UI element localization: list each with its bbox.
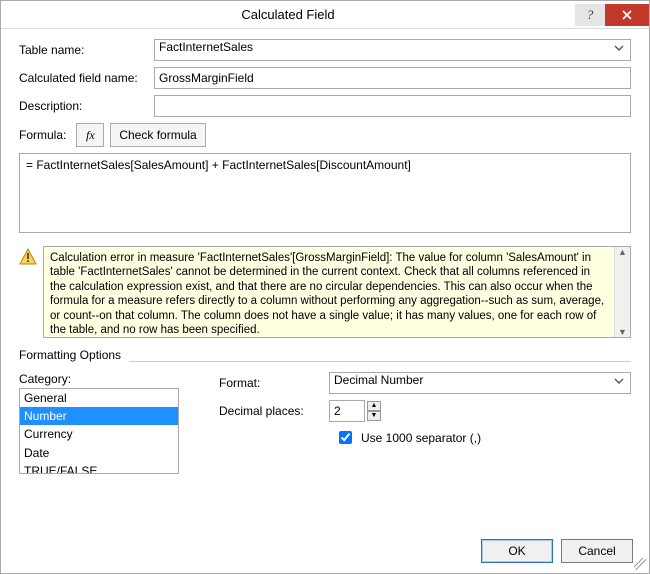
scroll-up-icon: ▲ — [618, 247, 627, 257]
calc-field-name-label: Calculated field name: — [19, 71, 154, 85]
dialog-footer: OK Cancel — [1, 531, 649, 573]
title-bar: Calculated Field ? — [1, 1, 649, 29]
resize-grip[interactable] — [634, 558, 646, 570]
description-input[interactable] — [154, 95, 631, 117]
error-message-box: Calculation error in measure 'FactIntern… — [43, 246, 631, 338]
decimal-places-label: Decimal places: — [219, 404, 329, 418]
formula-textarea[interactable]: = FactInternetSales[SalesAmount] + FactI… — [19, 153, 631, 233]
category-listbox[interactable]: GeneralNumberCurrencyDateTRUE/FALSE — [19, 388, 179, 474]
format-value: Decimal Number — [334, 373, 423, 387]
table-name-value: FactInternetSales — [159, 40, 253, 54]
chevron-down-icon — [614, 376, 624, 386]
category-item[interactable]: TRUE/FALSE — [20, 462, 178, 474]
fx-icon: fx — [86, 128, 95, 143]
scroll-down-icon: ▼ — [618, 327, 627, 337]
window-title: Calculated Field — [1, 7, 575, 22]
cancel-button[interactable]: Cancel — [561, 539, 633, 563]
close-icon — [622, 10, 632, 20]
formula-label: Formula: — [19, 128, 66, 142]
category-item[interactable]: Date — [20, 444, 178, 462]
fx-button[interactable]: fx — [76, 123, 104, 147]
decimal-places-input[interactable] — [329, 400, 365, 422]
category-item[interactable]: Currency — [20, 425, 178, 443]
ok-button[interactable]: OK — [481, 539, 553, 563]
category-item[interactable]: Number — [20, 407, 178, 425]
help-button[interactable]: ? — [575, 4, 605, 26]
warning-icon — [19, 248, 37, 266]
table-name-label: Table name: — [19, 43, 154, 57]
use-1000-separator-checkbox[interactable] — [339, 431, 352, 444]
error-scrollbar[interactable]: ▲ ▼ — [614, 247, 630, 337]
calc-field-name-input[interactable] — [154, 67, 631, 89]
close-button[interactable] — [605, 4, 649, 26]
spin-down-button[interactable]: ▼ — [367, 411, 381, 421]
format-label: Format: — [219, 376, 329, 390]
format-select[interactable]: Decimal Number — [329, 372, 631, 394]
use-1000-separator-label[interactable]: Use 1000 separator (,) — [361, 431, 481, 445]
formatting-options-header: Formatting Options — [19, 348, 631, 362]
category-item[interactable]: General — [20, 389, 178, 407]
table-name-select[interactable]: FactInternetSales — [154, 39, 631, 61]
spin-up-button[interactable]: ▲ — [367, 401, 381, 411]
chevron-down-icon — [614, 43, 624, 53]
check-formula-button[interactable]: Check formula — [110, 123, 205, 147]
description-label: Description: — [19, 99, 154, 113]
category-label: Category: — [19, 372, 199, 386]
